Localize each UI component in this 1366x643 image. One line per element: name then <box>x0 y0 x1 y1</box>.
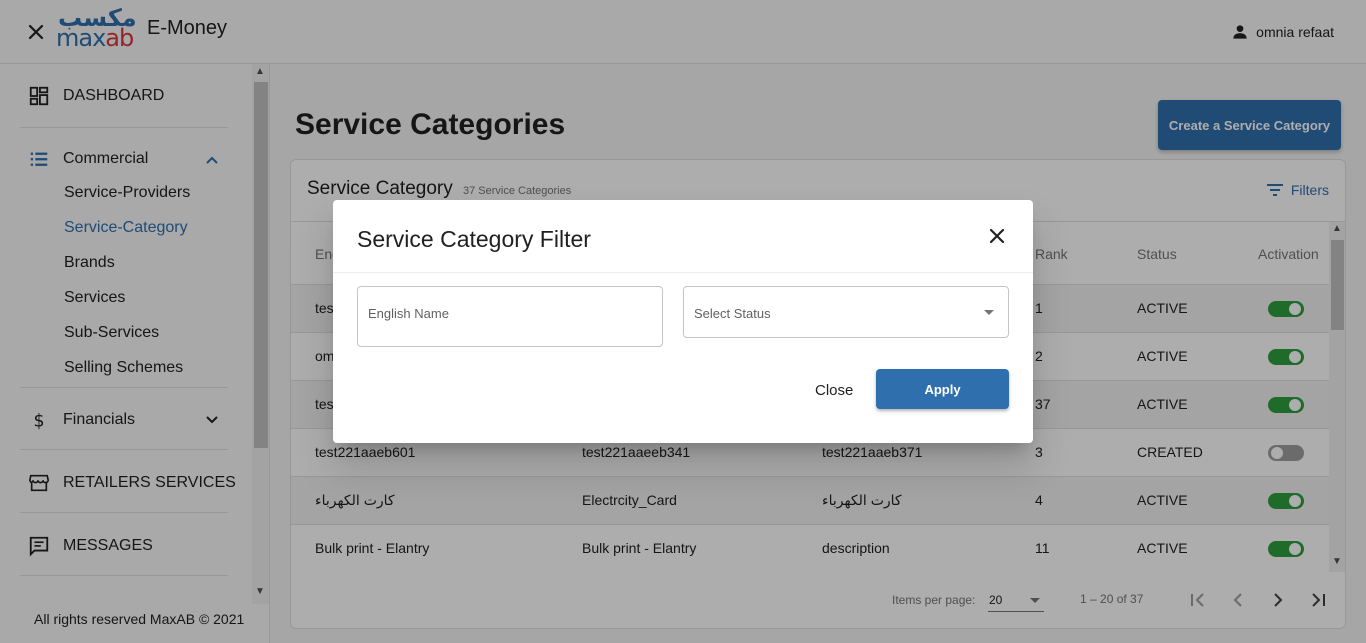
close-icon[interactable] <box>987 226 1007 246</box>
status-placeholder: Select Status <box>694 306 771 321</box>
dialog-title: Service Category Filter <box>357 226 591 252</box>
service-category-filter-dialog: Service Category Filter English Name Sel… <box>333 200 1033 443</box>
close-button[interactable]: Close <box>815 382 853 399</box>
dialog-divider <box>333 272 1033 273</box>
dropdown-arrow-icon <box>984 310 994 315</box>
english-name-input[interactable]: English Name <box>357 286 663 347</box>
status-select[interactable]: Select Status <box>683 286 1009 338</box>
apply-button[interactable]: Apply <box>876 369 1009 409</box>
english-name-placeholder: English Name <box>368 306 449 321</box>
